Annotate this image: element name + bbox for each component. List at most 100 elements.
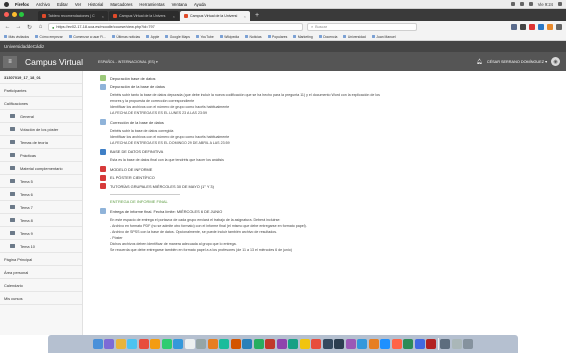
bookmark-item[interactable]: Noticias xyxy=(244,35,262,39)
bookmark-item[interactable]: Populares xyxy=(267,35,287,39)
menu-herramientas[interactable]: Herramientas xyxy=(139,2,164,7)
sidebar-item[interactable]: Prácticas xyxy=(0,149,82,162)
activity-label[interactable]: EL PÓSTER CIENTÍFICO xyxy=(110,175,155,180)
app-icon[interactable] xyxy=(196,339,207,349)
app-icon[interactable] xyxy=(311,339,322,349)
app-icon[interactable] xyxy=(380,339,391,349)
app-icon[interactable] xyxy=(426,339,437,349)
close-tab-icon[interactable]: × xyxy=(244,14,246,19)
back-icon[interactable]: ← xyxy=(4,24,11,30)
hamburger-menu-icon[interactable]: ≡ xyxy=(3,55,17,68)
bookmark-item[interactable]: Wikipedia xyxy=(219,35,239,39)
trash-icon[interactable] xyxy=(463,339,474,349)
word-icon[interactable] xyxy=(242,339,253,349)
activity-assignment[interactable]: Depuración de la base de datos xyxy=(100,83,440,90)
app-icon[interactable] xyxy=(322,339,333,349)
app-icon[interactable] xyxy=(357,339,368,349)
bookmark-item[interactable]: Marketing xyxy=(293,35,313,39)
extension-icon[interactable] xyxy=(547,24,553,30)
menu-ayuda[interactable]: Ayuda xyxy=(194,2,206,7)
folder-icon[interactable] xyxy=(440,339,451,349)
activity-label[interactable]: Depuración de la base de datos xyxy=(110,84,165,89)
app-icon[interactable] xyxy=(207,339,218,349)
activity-resource[interactable]: TUTORÍAS GRUPALES MIÉRCOLES 30 DE MAYO (… xyxy=(100,183,440,189)
bookmark-item[interactable]: Universidad xyxy=(343,35,366,39)
new-tab-button[interactable]: + xyxy=(251,11,263,21)
app-icon[interactable] xyxy=(345,339,356,349)
folder-icon[interactable] xyxy=(451,339,462,349)
bookmark-item[interactable]: Últimas noticias xyxy=(111,35,140,39)
home-icon[interactable]: ⌂ xyxy=(37,24,44,30)
url-bar[interactable]: ● https://ev02-17-18.uca.es/moodle/cours… xyxy=(48,23,303,31)
bookmark-item[interactable]: Cómo empezar xyxy=(35,35,63,39)
menu-historial[interactable]: Historial xyxy=(88,2,103,7)
app-icon[interactable] xyxy=(173,339,184,349)
activity-assignment[interactable]: Corrección de la base de datos xyxy=(100,119,440,125)
close-tab-icon[interactable]: × xyxy=(173,14,175,19)
bookmark-item[interactable]: YouTube xyxy=(195,35,214,39)
user-name[interactable]: CÉSAR SERRANO DOMÍNGUEZ ▾ xyxy=(487,59,547,64)
app-icon[interactable] xyxy=(115,339,126,349)
activity-label[interactable]: Entrega de informe final. Fecha límite: … xyxy=(110,209,222,214)
safari-icon[interactable] xyxy=(127,339,138,349)
menu-ver[interactable]: Ver xyxy=(75,2,81,7)
activity-resource[interactable]: MODELO DE INFORME xyxy=(100,166,440,172)
sidebar-item[interactable]: Mis cursos xyxy=(0,292,82,305)
apple-icon[interactable] xyxy=(4,1,9,7)
volume-icon[interactable] xyxy=(519,2,524,6)
app-icon[interactable] xyxy=(403,339,414,349)
launchpad-icon[interactable] xyxy=(104,339,115,349)
forward-icon[interactable]: → xyxy=(15,24,22,30)
minimize-window-icon[interactable] xyxy=(11,12,17,17)
language-selector[interactable]: ESPAÑOL - INTERNACIONAL (ES) ▾ xyxy=(98,60,158,64)
sidebar-item[interactable]: General xyxy=(0,110,82,123)
sidebar-item[interactable]: Tema 8 xyxy=(0,214,82,227)
menu-archivo[interactable]: Archivo xyxy=(36,2,50,7)
menu-icon[interactable] xyxy=(556,24,562,30)
reload-icon[interactable]: ↻ xyxy=(26,24,33,31)
close-window-icon[interactable] xyxy=(4,12,9,17)
sidebar-item[interactable]: Tema 10 xyxy=(0,240,82,253)
extension-icon[interactable] xyxy=(529,24,535,30)
activity-resource[interactable]: EL PÓSTER CIENTÍFICO xyxy=(100,174,440,181)
tab-recomendaciones[interactable]: Tablero recomendaciones | C × xyxy=(38,11,108,21)
sidebar-item[interactable]: Tema 6 xyxy=(0,188,82,201)
powerpoint-icon[interactable] xyxy=(265,339,276,349)
library-icon[interactable] xyxy=(520,24,526,30)
activity-label[interactable]: TUTORÍAS GRUPALES MIÉRCOLES 30 DE MAYO (… xyxy=(110,184,214,189)
wifi-icon[interactable] xyxy=(510,2,515,6)
sidebar-item[interactable]: Temas de teoría xyxy=(0,136,82,149)
university-logo[interactable]: UniversidaddeCádiz xyxy=(4,44,44,49)
app-icon[interactable] xyxy=(276,339,287,349)
firefox-icon[interactable] xyxy=(150,339,161,349)
activity-folder[interactable]: Depuración base de datos xyxy=(100,75,440,81)
sidebar-item[interactable]: Tema 7 xyxy=(0,201,82,214)
tab-campus-1[interactable]: Campus Virtual de la Univers × xyxy=(109,11,179,21)
app-icon[interactable] xyxy=(414,339,425,349)
activity-assignment[interactable]: Entrega de informe final. Fecha límite: … xyxy=(100,208,440,214)
battery-icon[interactable] xyxy=(528,2,533,6)
sidebar-item[interactable]: Tema 5 xyxy=(0,175,82,188)
extension-icon[interactable] xyxy=(538,24,544,30)
activity-label[interactable]: Depuración base de datos xyxy=(110,76,155,81)
sidebar-item[interactable]: Página Principal xyxy=(0,253,82,266)
bookmark-star-icon[interactable] xyxy=(511,24,517,30)
sidebar-item[interactable]: Calificaciones xyxy=(0,97,82,110)
finder-icon[interactable] xyxy=(92,339,103,349)
app-icon[interactable] xyxy=(288,339,299,349)
app-icon[interactable] xyxy=(368,339,379,349)
sidebar-item[interactable]: Votación de los póster xyxy=(0,123,82,136)
menu-marcadores[interactable]: Marcadores xyxy=(110,2,132,7)
activity-label[interactable]: Corrección de la base de datos xyxy=(110,120,164,125)
app-icon[interactable] xyxy=(230,339,241,349)
spotlight-icon[interactable] xyxy=(558,2,562,6)
activity-label[interactable]: MODELO DE INFORME xyxy=(110,167,152,172)
tab-campus-active[interactable]: Campus Virtual de la Universi × xyxy=(180,11,250,21)
excel-icon[interactable] xyxy=(253,339,264,349)
menu-ventana[interactable]: Ventana xyxy=(172,2,187,7)
app-icon[interactable] xyxy=(138,339,149,349)
bookmark-item[interactable]: Docencia xyxy=(318,35,337,39)
activity-resource[interactable]: BASE DE DATOS DEFINITIVA xyxy=(100,148,440,155)
menu-editar[interactable]: Editar xyxy=(57,2,68,7)
close-tab-icon[interactable]: × xyxy=(102,14,104,19)
